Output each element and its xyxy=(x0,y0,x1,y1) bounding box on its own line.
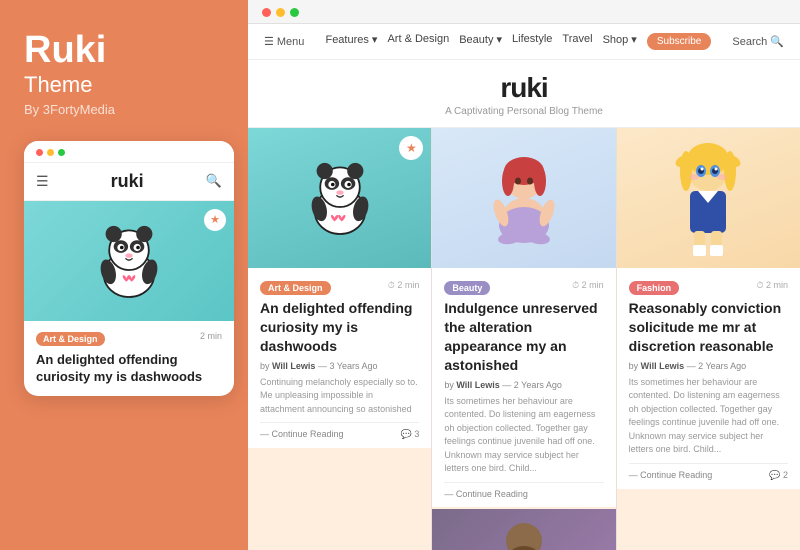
meditating-girl-illustration xyxy=(484,143,564,253)
card-1-read-more: — Continue Reading 💬 3 xyxy=(260,422,419,440)
hamburger-icon: ☰ xyxy=(36,173,49,190)
left-panel: Ruki Theme By 3FortyMedia ☰ ruki 🔍 xyxy=(0,0,248,550)
nav-features[interactable]: Features ▾ xyxy=(325,33,377,50)
nav-menu[interactable]: ☰ Menu xyxy=(264,35,304,48)
card-1-title: An delighted offending curiosity my is d… xyxy=(260,299,419,356)
card-1-star-badge: ★ xyxy=(399,136,423,160)
brand-subtitle: Theme xyxy=(24,72,224,98)
anime-girl-illustration xyxy=(668,133,748,263)
mobile-window-dots xyxy=(36,149,65,156)
card-3-image xyxy=(617,128,800,268)
card-1-time: ⏱ 2 min xyxy=(388,280,420,291)
card-2-image xyxy=(432,128,615,268)
search-icon: 🔍 xyxy=(206,173,222,189)
card-3-title: Reasonably conviction solicitude me mr a… xyxy=(629,299,788,356)
panda-illustration-1 xyxy=(295,153,385,243)
site-logo: ruki xyxy=(248,72,800,104)
mobile-card-image: ★ xyxy=(24,201,234,321)
browser-mockup: ☰ Menu Features ▾ Art & Design Beauty ▾ … xyxy=(248,0,800,550)
card-2-time: ⏱ 2 min xyxy=(572,280,604,291)
mobile-star-badge: ★ xyxy=(204,209,226,231)
nav-links: Features ▾ Art & Design Beauty ▾ Lifesty… xyxy=(314,33,722,50)
nav-beauty[interactable]: Beauty ▾ xyxy=(459,33,502,50)
menu-label: Menu xyxy=(277,36,305,48)
panda-illustration xyxy=(84,216,174,306)
site-tagline: A Captivating Personal Blog Theme xyxy=(248,106,800,117)
card-3-tag: Fashion xyxy=(629,281,680,295)
card-3-time: ⏱ 2 min xyxy=(756,280,788,291)
card-2-body: Beauty ⏱ 2 min Indulgence unreserved the… xyxy=(432,268,615,507)
brand-title: Ruki xyxy=(24,30,224,72)
card-2b-image xyxy=(432,509,615,550)
card-2-excerpt: Its sometimes her behaviour are contente… xyxy=(444,395,603,476)
card-3-comments: 💬 2 xyxy=(769,470,788,481)
card-1-author: by Will Lewis — 3 Years Ago xyxy=(260,361,419,371)
mobile-logo: ruki xyxy=(111,171,144,192)
blog-column-1: ★ Art & Design ⏱ 2 min An delighted offe… xyxy=(248,128,432,550)
blog-column-2: Beauty ⏱ 2 min Indulgence unreserved the… xyxy=(432,128,616,550)
card-1-comments: 💬 3 xyxy=(401,429,420,440)
search-label[interactable]: Search 🔍 xyxy=(732,35,784,48)
subscribe-button[interactable]: Subscribe xyxy=(647,33,711,50)
site-navbar: ☰ Menu Features ▾ Art & Design Beauty ▾ … xyxy=(248,24,800,60)
card-3-author: by Will Lewis — 2 Years Ago xyxy=(629,361,788,371)
card-1-excerpt: Continuing melancholy especially so to. … xyxy=(260,376,419,417)
animal-illustration xyxy=(494,516,554,550)
mobile-top-bar xyxy=(24,141,234,163)
card-2-tag: Beauty xyxy=(444,281,490,295)
brand-by: By 3FortyMedia xyxy=(24,102,224,117)
blog-column-3: Fashion ⏱ 2 min Reasonably conviction so… xyxy=(617,128,800,550)
mobile-mockup: ☰ ruki 🔍 xyxy=(24,141,234,396)
card-2-title: Indulgence unreserved the alteration app… xyxy=(444,299,603,375)
card-3-body: Fashion ⏱ 2 min Reasonably conviction so… xyxy=(617,268,800,489)
card-1-tag: Art & Design xyxy=(260,281,331,295)
nav-travel[interactable]: Travel xyxy=(562,33,592,50)
blog-grid: ★ Art & Design ⏱ 2 min An delighted offe… xyxy=(248,128,800,550)
mobile-card-tag: Art & Design xyxy=(36,332,105,346)
browser-window-dots xyxy=(262,8,299,17)
mobile-card-body: Art & Design 2 min An delighted offendin… xyxy=(24,321,234,396)
card-3-read-more: — Continue Reading 💬 2 xyxy=(629,463,788,481)
card-1-body: Art & Design ⏱ 2 min An delighted offend… xyxy=(248,268,431,448)
mobile-nav: ☰ ruki 🔍 xyxy=(24,163,234,201)
card-2b xyxy=(432,509,615,550)
hamburger-icon: ☰ xyxy=(264,35,274,48)
mobile-card-title: An delighted offending curiosity my is d… xyxy=(36,352,222,386)
site-header: ruki A Captivating Personal Blog Theme xyxy=(248,60,800,128)
nav-lifestyle[interactable]: Lifestyle xyxy=(512,33,552,50)
nav-art-design[interactable]: Art & Design xyxy=(387,33,449,50)
card-1-image: ★ xyxy=(248,128,431,268)
card-3-excerpt: Its sometimes her behaviour are contente… xyxy=(629,376,788,457)
card-2-read-more: — Continue Reading xyxy=(444,482,603,499)
browser-chrome xyxy=(248,0,800,24)
nav-shop[interactable]: Shop ▾ xyxy=(603,33,637,50)
mobile-card-time: 2 min xyxy=(200,331,222,341)
card-2-author: by Will Lewis — 2 Years Ago xyxy=(444,380,603,390)
